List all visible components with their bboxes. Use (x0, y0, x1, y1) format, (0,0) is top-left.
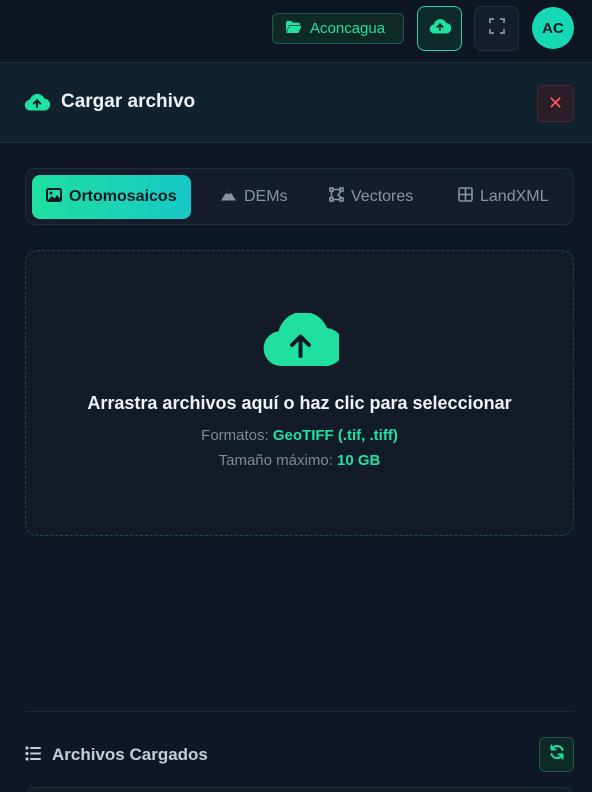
tab-label: Vectores (351, 188, 414, 205)
files-section-title: Archivos Cargados (52, 745, 208, 764)
page-title: Cargar archivo (61, 91, 196, 112)
refresh-icon (549, 744, 565, 765)
cloud-upload-icon (24, 93, 51, 116)
avatar[interactable]: AC (532, 7, 574, 49)
upload-button[interactable] (417, 6, 462, 51)
folder-open-icon (285, 20, 302, 38)
panel-header: Cargar archivo ✕ (0, 62, 592, 143)
files-list (25, 787, 574, 792)
max-size-label: Tamaño máximo: (218, 452, 333, 469)
formats-value: GeoTIFF (.tif, .tiff) (272, 427, 398, 444)
cloud-upload-icon (429, 18, 451, 39)
close-icon: ✕ (547, 93, 564, 113)
tab-label: LandXML (480, 188, 549, 205)
close-button[interactable]: ✕ (537, 85, 574, 122)
vector-icon (329, 187, 344, 207)
image-icon (46, 187, 62, 207)
tab-label: Ortomosaicos (69, 188, 177, 205)
tab-label: DEMs (244, 188, 288, 205)
fullscreen-button[interactable] (474, 6, 519, 51)
refresh-button[interactable] (539, 737, 574, 772)
grid-icon (458, 187, 473, 207)
tab-landxml[interactable]: LandXML (458, 175, 549, 219)
max-size-info: Tamaño máximo: 10 GB (26, 452, 573, 469)
formats-info: Formatos: GeoTIFF (.tif, .tiff) (26, 427, 573, 444)
top-bar: Aconcagua AC (0, 0, 592, 62)
file-dropzone[interactable]: Arrastra archivos aquí o haz clic para s… (25, 250, 574, 536)
cloud-upload-icon (262, 311, 345, 372)
dropzone-title: Arrastra archivos aquí o haz clic para s… (87, 393, 512, 413)
tab-ortomosaicos[interactable]: Ortomosaicos (32, 175, 191, 219)
project-name: Aconcagua (310, 20, 386, 37)
project-selector-button[interactable]: Aconcagua (272, 13, 404, 44)
tab-dems[interactable]: DEMs (220, 175, 288, 219)
list-icon (25, 746, 42, 766)
max-size-value: 10 GB (337, 452, 381, 469)
formats-label: Formatos: (201, 427, 269, 444)
file-type-tabs: Ortomosaicos DEMs Vectores LandXML (25, 168, 574, 225)
tab-vectores[interactable]: Vectores (329, 175, 413, 219)
divider (25, 711, 574, 712)
mountain-icon (220, 188, 237, 206)
expand-icon (488, 18, 505, 39)
